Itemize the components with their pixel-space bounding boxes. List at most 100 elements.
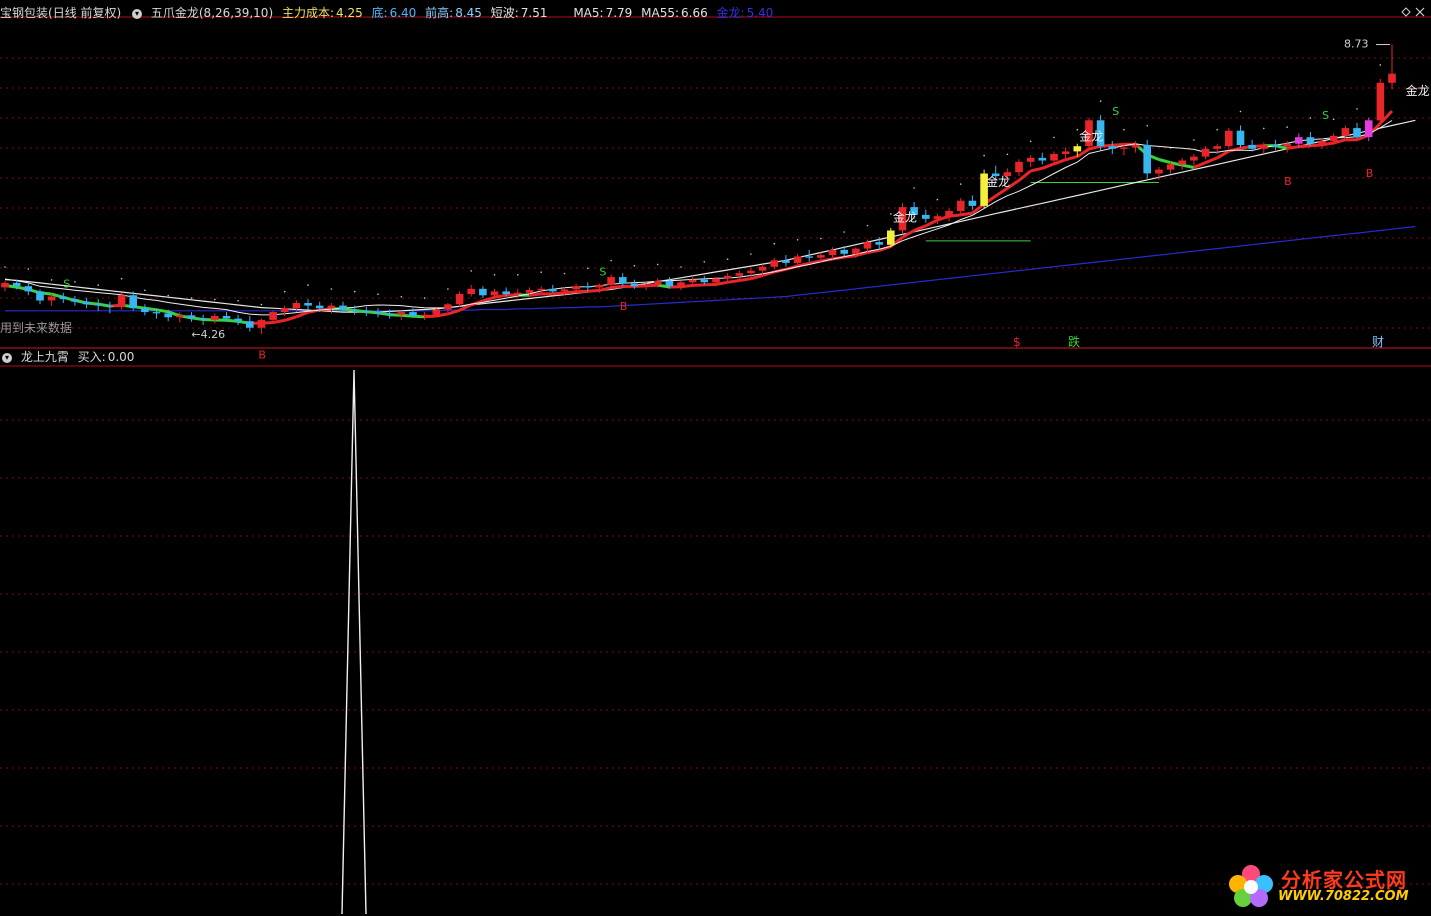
- trend-band: [1181, 163, 1195, 169]
- resistance-dot: [796, 239, 799, 241]
- candle[interactable]: [420, 312, 429, 320]
- candle[interactable]: [887, 227, 895, 248]
- candle[interactable]: [1260, 142, 1268, 154]
- candle[interactable]: [1353, 122, 1361, 139]
- short-wave-label: 短波:: [490, 6, 519, 20]
- candle-body: [455, 293, 464, 305]
- main-cost-value: 4.25: [336, 6, 363, 20]
- sell-marker: S: [1112, 105, 1119, 118]
- resistance-dot: [4, 266, 6, 268]
- candle-body: [350, 309, 359, 311]
- resistance-dot: [1006, 153, 1009, 156]
- candle-body: [817, 255, 825, 258]
- resistance-dot: [1216, 128, 1218, 131]
- candle[interactable]: [1225, 128, 1233, 149]
- candle[interactable]: [479, 286, 487, 298]
- candle[interactable]: [1236, 125, 1245, 148]
- resistance-dot: [1029, 140, 1032, 143]
- candle[interactable]: [1026, 155, 1035, 167]
- candle-body: [572, 286, 580, 290]
- candle[interactable]: [1190, 154, 1198, 166]
- chevron-down-icon[interactable]: ▾: [2, 352, 12, 363]
- candle[interactable]: [1376, 78, 1385, 125]
- candle[interactable]: [607, 274, 615, 288]
- candle[interactable]: [549, 284, 557, 293]
- candle-body: [1201, 148, 1210, 157]
- candle[interactable]: [1201, 146, 1210, 160]
- candle[interactable]: [945, 208, 953, 222]
- candle[interactable]: [129, 291, 137, 311]
- candle[interactable]: [362, 306, 371, 316]
- candle[interactable]: [968, 195, 977, 210]
- candle-body: [1353, 128, 1361, 138]
- trend-band: [1030, 166, 1043, 173]
- candle[interactable]: [199, 314, 207, 325]
- candle[interactable]: [1, 281, 9, 292]
- resistance-dot: [1076, 128, 1079, 131]
- candle[interactable]: [234, 314, 242, 325]
- candle[interactable]: [94, 299, 103, 311]
- candle[interactable]: [770, 257, 779, 270]
- ma55-value: 6.66: [681, 6, 708, 20]
- future-data-note: 用到未来数据: [0, 321, 73, 335]
- resistance-dot: [237, 299, 239, 302]
- candle-body: [292, 303, 301, 309]
- candle[interactable]: [71, 295, 79, 306]
- candle[interactable]: [187, 312, 196, 322]
- resistance-dot: [1263, 127, 1265, 130]
- sell-marker: S: [1322, 109, 1329, 122]
- signal-spike: [341, 369, 367, 915]
- candle-body: [269, 312, 277, 320]
- candle[interactable]: [24, 282, 33, 296]
- candle[interactable]: [141, 304, 149, 316]
- candle[interactable]: [374, 308, 382, 318]
- candle-body: [1131, 144, 1140, 148]
- resistance-dot: [97, 284, 99, 286]
- candle[interactable]: [1108, 141, 1117, 154]
- candle[interactable]: [304, 299, 312, 310]
- bottom-value: 6.40: [389, 6, 417, 20]
- candle[interactable]: [1271, 139, 1280, 151]
- candle[interactable]: [677, 281, 685, 291]
- candle[interactable]: [1038, 152, 1047, 165]
- candle-body: [304, 303, 312, 306]
- candle[interactable]: [82, 297, 91, 309]
- resistance-dot: [843, 231, 845, 233]
- resistance-dot: [27, 268, 30, 270]
- candle-body: [1364, 120, 1373, 138]
- candle[interactable]: [619, 273, 627, 287]
- candle[interactable]: [1178, 157, 1186, 170]
- candle[interactable]: [957, 198, 965, 215]
- candle[interactable]: [1015, 159, 1023, 176]
- collapse-icon[interactable]: [1401, 6, 1411, 17]
- candle[interactable]: [257, 318, 266, 335]
- resistance-dot: [493, 274, 496, 276]
- candle[interactable]: [106, 301, 114, 314]
- kline-chart[interactable]: 8.73←4.26金龙金龙金龙金龙SSS SBBBB$ 跌财: [0, 0, 1431, 916]
- candle[interactable]: [467, 284, 475, 297]
- candle[interactable]: [922, 209, 930, 223]
- candle[interactable]: [735, 270, 744, 280]
- buy-label: 买入:: [77, 350, 106, 364]
- stock-name: 宝钢包装: [0, 6, 49, 20]
- candle[interactable]: [782, 255, 790, 267]
- support-bands: [4, 64, 1382, 306]
- candle[interactable]: [36, 289, 44, 305]
- candle[interactable]: [211, 313, 219, 324]
- candle-body: [490, 291, 499, 296]
- candle-body: [1213, 146, 1221, 149]
- candle[interactable]: [455, 291, 464, 307]
- trend-band: [715, 280, 728, 286]
- resistance-dot: [959, 183, 962, 185]
- candle[interactable]: [1143, 139, 1151, 179]
- candle[interactable]: [1388, 44, 1396, 90]
- candle-body: [82, 301, 91, 305]
- candle[interactable]: [59, 292, 68, 303]
- candle[interactable]: [246, 316, 254, 332]
- close-icon[interactable]: [1415, 6, 1425, 17]
- candle[interactable]: [793, 253, 802, 266]
- candle-body: [1108, 146, 1117, 149]
- chevron-down-icon[interactable]: ▾: [132, 8, 143, 19]
- candle-body: [385, 313, 394, 315]
- sell-marker: S: [599, 266, 606, 279]
